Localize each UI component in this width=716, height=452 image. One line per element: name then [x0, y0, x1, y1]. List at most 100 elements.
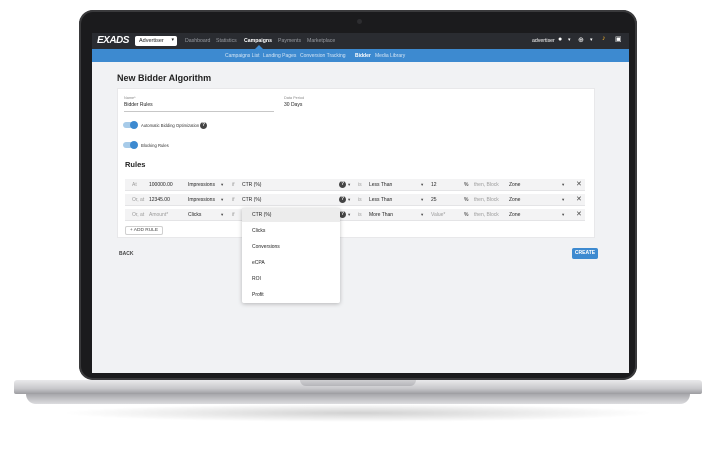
amount-input[interactable]: 12345.00	[149, 197, 170, 203]
help-icon[interactable]: ?	[339, 211, 346, 218]
help-icon[interactable]: ?	[339, 196, 346, 203]
chevron-down-icon[interactable]: ▾	[590, 37, 593, 43]
subnav-conversion-tracking[interactable]: Conversion Tracking	[300, 53, 346, 59]
auto-bidding-label: Automatic Bidding Optimization	[141, 123, 200, 128]
subnav-landing-pages[interactable]: Landing Pages	[263, 53, 296, 59]
globe-icon[interactable]: ⊕	[578, 36, 584, 44]
condition-select[interactable]: CTR (%)	[242, 197, 261, 203]
laptop-scene: EXADS Advertiser ▾ Dashboard Statistics …	[0, 0, 716, 452]
target-select[interactable]: Zone	[509, 212, 520, 218]
subnav-bidder[interactable]: Bidder	[355, 53, 371, 59]
metric-select[interactable]: Clicks	[188, 212, 201, 218]
metric-select[interactable]: Impressions	[188, 197, 215, 203]
dropdown-option-clicks[interactable]: Clicks	[242, 224, 340, 238]
create-button[interactable]: CREATE	[572, 248, 598, 259]
account-select[interactable]: Advertiser ▾	[135, 36, 177, 46]
user-menu[interactable]: advertiser	[532, 38, 555, 44]
rule-prefix: Or, at	[132, 212, 145, 218]
name-input[interactable]: Bidder Rules	[124, 102, 153, 108]
close-icon[interactable]: ✕	[576, 195, 582, 203]
chat-icon[interactable]: ▣	[615, 35, 622, 43]
is-label: is	[358, 212, 362, 218]
chevron-down-icon: ▾	[348, 182, 351, 187]
auto-bidding-toggle[interactable]	[123, 121, 138, 129]
back-button[interactable]: BACK	[119, 251, 133, 257]
chevron-down-icon: ▾	[221, 212, 224, 217]
name-underline	[124, 111, 274, 112]
then-label: then, Block	[474, 212, 499, 218]
name-label: Name*	[124, 96, 136, 100]
period-label: Data Period	[284, 96, 305, 100]
is-label: is	[358, 182, 362, 188]
subnav-media-library[interactable]: Media Library	[375, 53, 405, 59]
rule-prefix: Or, at	[132, 197, 145, 203]
chevron-down-icon: ▾	[562, 212, 565, 217]
then-label: then, Block	[474, 182, 499, 188]
chevron-down-icon: ▾	[562, 197, 565, 202]
table-row: At 100000.00 Impressions ▾ if CTR (%) ? …	[125, 179, 585, 191]
laptop-shadow	[60, 404, 656, 422]
dropdown-option-ecpa[interactable]: eCPA	[242, 256, 340, 270]
laptop-notch	[300, 380, 416, 386]
table-row: Or, at Amount* Clicks ▾ if ? ▾ is More T…	[125, 209, 585, 221]
if-label: if	[232, 182, 235, 188]
dropdown-option-conversions[interactable]: Conversions	[242, 240, 340, 254]
blocking-rules-label: Blocking Rules	[141, 143, 169, 148]
operator-select[interactable]: Less Than	[369, 197, 392, 203]
value-input[interactable]: Value*	[431, 212, 445, 218]
logo: EXADS	[97, 35, 129, 46]
percent-label: %	[464, 197, 469, 203]
dropdown-option-ctr[interactable]: CTR (%)	[242, 208, 340, 222]
condition-dropdown-menu: CTR (%) Clicks Conversions eCPA ROI Prof…	[242, 208, 340, 303]
nav-statistics[interactable]: Statistics	[216, 38, 237, 44]
nav-campaigns[interactable]: Campaigns	[244, 38, 272, 44]
then-label: then, Block	[474, 197, 499, 203]
subnav-campaigns-list[interactable]: Campaigns List	[225, 53, 259, 59]
value-input[interactable]: 25	[431, 197, 437, 203]
if-label: if	[232, 197, 235, 203]
metric-select[interactable]: Impressions	[188, 182, 215, 188]
value-input[interactable]: 12	[431, 182, 437, 188]
chevron-down-icon[interactable]: ▾	[568, 37, 571, 43]
rules-heading: Rules	[125, 160, 146, 169]
sub-navbar: Campaigns List Landing Pages Conversion …	[92, 49, 629, 62]
chevron-down-icon: ▾	[348, 197, 351, 202]
condition-select[interactable]: CTR (%)	[242, 182, 261, 188]
camera-icon	[357, 19, 362, 24]
help-icon[interactable]: ?	[200, 122, 207, 129]
close-icon[interactable]: ✕	[576, 210, 582, 218]
chevron-down-icon: ▾	[221, 197, 224, 202]
target-select[interactable]: Zone	[509, 197, 520, 203]
period-select[interactable]: 30 Days	[284, 102, 302, 108]
amount-input[interactable]: 100000.00	[149, 182, 173, 188]
page-title: New Bidder Algorithm	[117, 73, 212, 83]
chevron-down-icon: ▾	[562, 182, 565, 187]
nav-payments[interactable]: Payments	[278, 38, 301, 44]
percent-label: %	[464, 182, 469, 188]
amount-input[interactable]: Amount*	[149, 212, 168, 218]
operator-select[interactable]: More Than	[369, 212, 393, 218]
rule-prefix: At	[132, 182, 137, 188]
user-icon[interactable]: ●	[558, 36, 562, 43]
nav-marketplace[interactable]: Marketplace	[307, 38, 335, 44]
dropdown-option-profit[interactable]: Profit	[242, 288, 340, 302]
account-select-value: Advertiser	[139, 38, 164, 44]
if-label: if	[232, 212, 235, 218]
percent-label: %	[464, 212, 469, 218]
dropdown-option-roi[interactable]: ROI	[242, 272, 340, 286]
add-rule-button[interactable]: + ADD RULE	[125, 226, 163, 235]
close-icon[interactable]: ✕	[576, 180, 582, 188]
target-select[interactable]: Zone	[509, 182, 520, 188]
chevron-down-icon: ▾	[221, 182, 224, 187]
operator-select[interactable]: Less Than	[369, 182, 392, 188]
chevron-down-icon: ▾	[421, 197, 424, 202]
top-navbar: EXADS Advertiser ▾ Dashboard Statistics …	[92, 33, 629, 49]
is-label: is	[358, 197, 362, 203]
table-row: Or, at 12345.00 Impressions ▾ if CTR (%)…	[125, 194, 585, 206]
bell-icon[interactable]: ♪	[602, 35, 606, 42]
nav-dashboard[interactable]: Dashboard	[185, 38, 210, 44]
app-screen: EXADS Advertiser ▾ Dashboard Statistics …	[92, 33, 629, 373]
laptop-base-bottom	[26, 394, 690, 404]
blocking-rules-toggle[interactable]	[123, 141, 138, 149]
help-icon[interactable]: ?	[339, 181, 346, 188]
